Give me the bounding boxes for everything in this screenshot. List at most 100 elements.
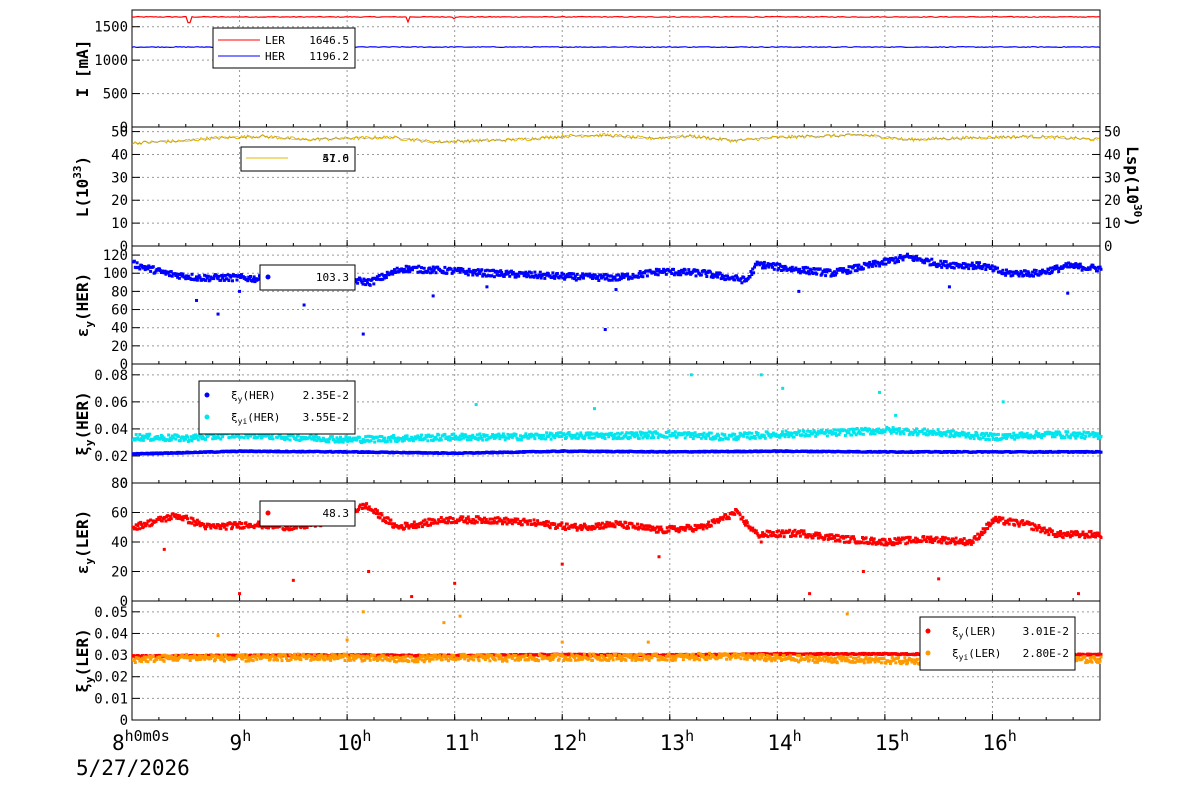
data-point — [682, 271, 685, 274]
y-right-tick-label: 30 — [1104, 170, 1121, 186]
data-point — [849, 270, 852, 273]
y-axis-label: ξy(HER) — [73, 391, 96, 455]
data-point — [646, 437, 649, 440]
data-point — [621, 431, 624, 434]
outlier-point — [303, 304, 306, 307]
data-point — [449, 516, 452, 519]
data-point — [1100, 451, 1103, 454]
data-point — [579, 524, 582, 527]
data-point — [224, 274, 227, 277]
data-point — [1082, 431, 1085, 434]
data-point — [480, 268, 483, 271]
data-point — [605, 525, 608, 528]
outlier-point — [760, 373, 763, 376]
y-tick-label: 80 — [111, 284, 128, 300]
panel-4: 00.020.040.060.08ξy(HER)ξy(HER)2.35E-2ξy… — [73, 364, 1103, 492]
y-tick-label: 40 — [111, 147, 128, 163]
data-point — [168, 274, 171, 277]
data-point — [791, 266, 794, 269]
data-point — [644, 528, 647, 531]
y-tick-label: 0.05 — [94, 605, 128, 621]
data-point — [233, 436, 236, 439]
data-point — [249, 275, 252, 278]
data-point — [462, 437, 465, 440]
outlier-point — [760, 541, 763, 544]
data-point — [574, 523, 577, 526]
data-point — [365, 502, 368, 505]
data-point — [750, 432, 753, 435]
data-point — [1077, 266, 1080, 269]
data-point — [851, 428, 854, 431]
y-tick-label: 0.08 — [94, 368, 128, 384]
data-point — [1100, 268, 1103, 271]
data-point — [733, 278, 736, 281]
y-axis-label: I [mA] — [73, 40, 92, 98]
data-point — [665, 273, 668, 276]
data-point — [515, 433, 518, 436]
data-point — [316, 439, 319, 442]
data-point — [944, 536, 947, 539]
data-point — [1100, 435, 1103, 438]
data-point — [373, 441, 376, 444]
data-point — [678, 529, 681, 532]
data-point — [186, 517, 189, 520]
data-point — [517, 275, 520, 278]
y-right-tick-label: 20 — [1104, 193, 1121, 209]
data-point — [826, 435, 829, 438]
data-point — [781, 430, 784, 433]
data-point — [650, 431, 653, 434]
data-point — [417, 525, 420, 528]
data-point — [763, 261, 766, 264]
data-point — [231, 526, 234, 529]
data-point — [426, 524, 429, 527]
data-point — [806, 430, 809, 433]
data-point — [530, 271, 533, 274]
data-point — [476, 521, 479, 524]
data-point — [984, 268, 987, 271]
data-point — [529, 519, 532, 522]
data-point — [553, 522, 556, 525]
legend-value: 3.55E-2 — [303, 411, 349, 424]
data-point — [424, 519, 427, 522]
data-point — [666, 526, 669, 529]
data-point — [467, 438, 470, 441]
data-point — [846, 272, 849, 275]
data-point — [819, 267, 822, 270]
data-point — [1011, 435, 1014, 438]
data-point — [179, 439, 182, 442]
legend-label: LER — [265, 34, 285, 47]
data-point — [963, 537, 966, 540]
y-tick-label: 10 — [111, 216, 128, 232]
data-point — [947, 538, 950, 541]
data-point — [847, 535, 850, 538]
data-point — [763, 434, 766, 437]
y-axis-label: εy(LER) — [73, 510, 96, 574]
data-point — [656, 526, 659, 529]
data-point — [977, 264, 980, 267]
data-point — [1100, 536, 1103, 539]
data-point — [1011, 274, 1014, 277]
data-point — [515, 276, 518, 279]
data-point — [946, 542, 949, 545]
data-point — [623, 526, 626, 529]
data-point — [672, 268, 675, 271]
legend: 103.3 — [260, 265, 355, 290]
data-point — [967, 267, 970, 270]
data-point — [835, 271, 838, 274]
data-point — [1073, 431, 1076, 434]
data-point — [843, 541, 846, 544]
data-point — [1060, 532, 1063, 535]
data-point — [803, 529, 806, 532]
data-point — [945, 260, 948, 263]
data-point — [878, 539, 881, 542]
data-point — [494, 517, 497, 520]
data-point — [566, 523, 569, 526]
data-point — [623, 276, 626, 279]
data-point — [776, 262, 779, 265]
data-point — [437, 434, 440, 437]
data-point — [495, 270, 498, 273]
data-point — [227, 279, 230, 282]
data-point — [839, 540, 842, 543]
data-point — [452, 517, 455, 520]
data-point — [788, 529, 791, 532]
